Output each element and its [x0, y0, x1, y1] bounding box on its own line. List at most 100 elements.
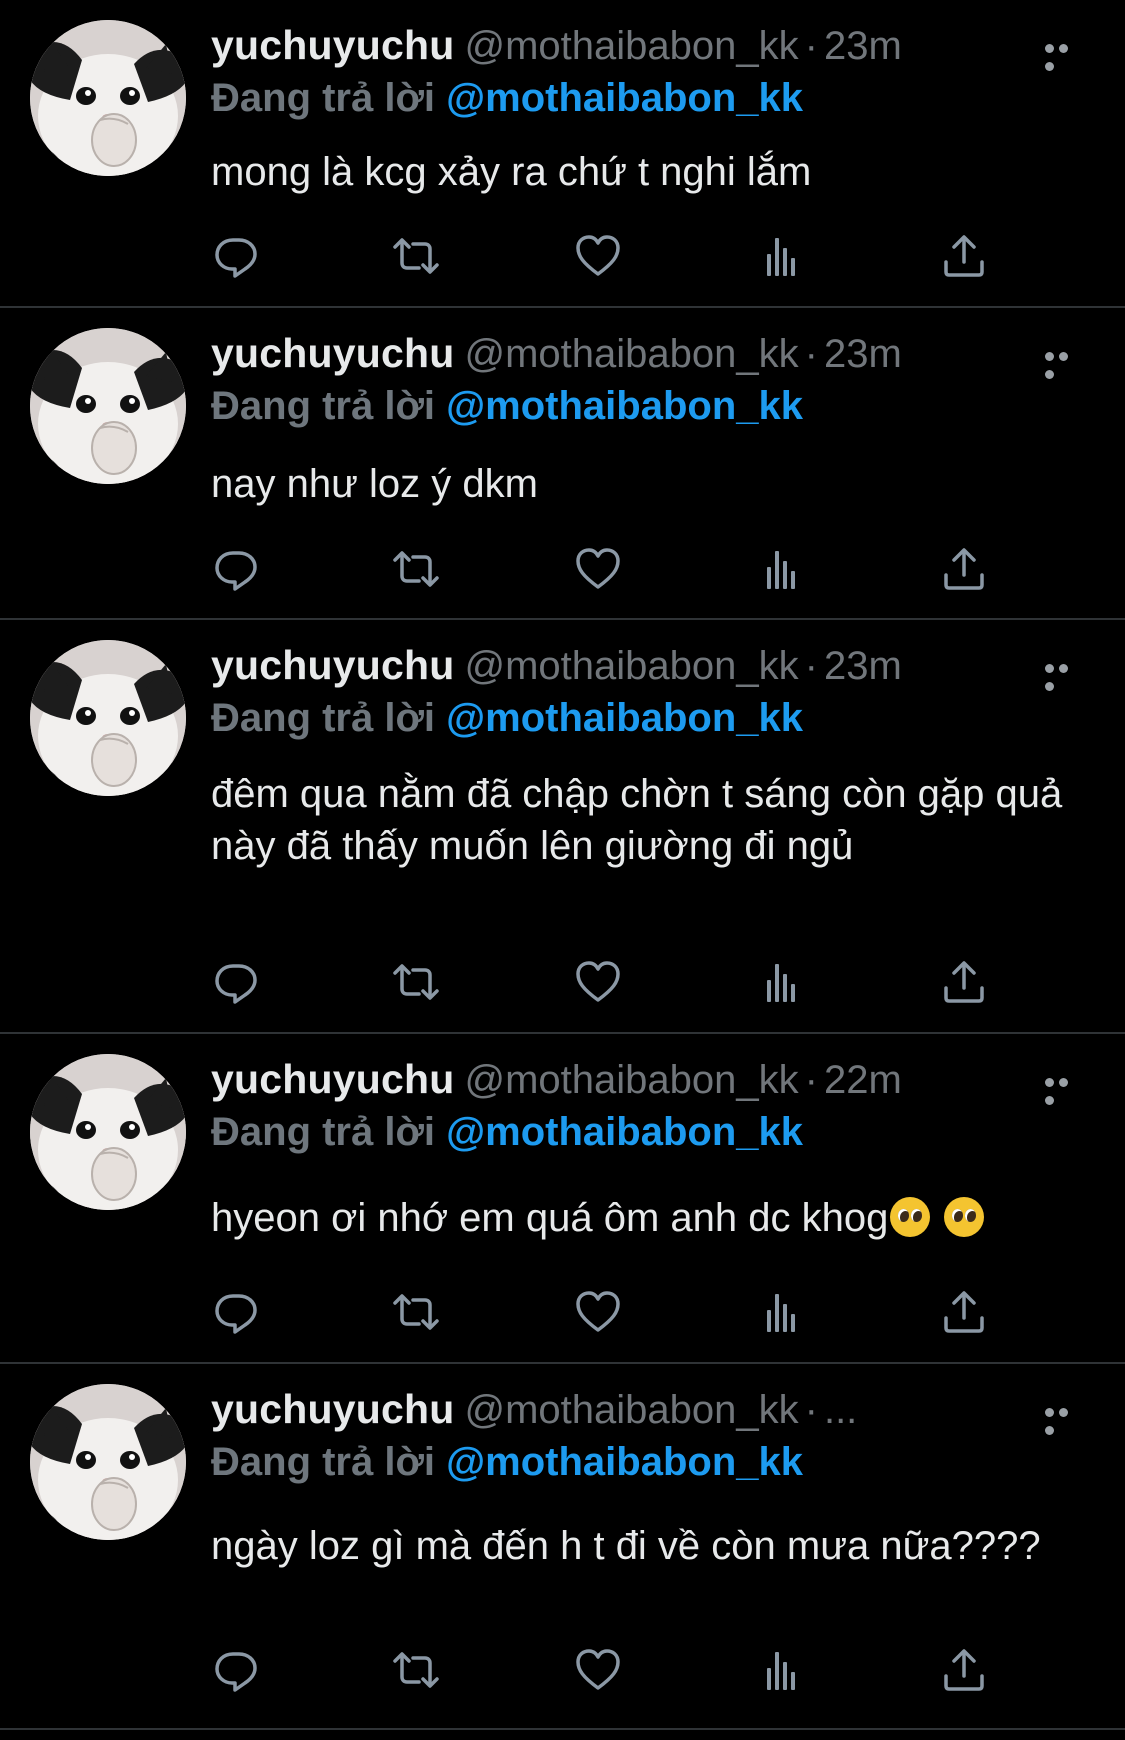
timestamp[interactable]: 23m	[824, 332, 902, 376]
avatar[interactable]	[30, 1384, 186, 1540]
analytics-button[interactable]	[757, 545, 807, 593]
tweet-actions	[211, 1288, 1001, 1336]
like-button[interactable]	[573, 545, 623, 593]
reply-button[interactable]	[211, 232, 261, 280]
replying-to: Đang trả lời @mothaibabon_kk	[211, 76, 803, 121]
tweet-actions	[211, 232, 1001, 280]
avatar[interactable]	[30, 328, 186, 484]
display-name[interactable]: yuchuyuchu	[211, 1056, 454, 1102]
share-button[interactable]	[939, 232, 989, 280]
separator: ·	[804, 24, 818, 68]
share-icon	[939, 545, 989, 593]
replying-to-handle[interactable]: @mothaibabon_kk	[446, 1110, 803, 1154]
tweet-actions	[211, 545, 1001, 593]
reply-icon	[211, 1646, 261, 1694]
tweet-text-content: mong là kcg xảy ra chứ t nghi lắm	[211, 150, 812, 194]
timestamp[interactable]: 23m	[824, 644, 902, 688]
display-name[interactable]: yuchuyuchu	[211, 22, 454, 68]
pleading-face-emoji	[944, 1197, 985, 1237]
replying-to-handle[interactable]: @mothaibabon_kk	[446, 384, 803, 428]
more-options-button[interactable]	[1045, 1074, 1085, 1105]
avatar[interactable]	[30, 640, 186, 796]
replying-to: Đang trả lời @mothaibabon_kk	[211, 1440, 803, 1485]
timestamp[interactable]: 23m	[824, 24, 902, 68]
analytics-button[interactable]	[757, 232, 807, 280]
more-options-button[interactable]	[1045, 40, 1085, 71]
separator: ·	[804, 1058, 818, 1102]
reply-button[interactable]	[211, 1646, 261, 1694]
like-icon	[573, 958, 623, 1006]
display-name[interactable]: yuchuyuchu	[211, 1386, 454, 1432]
user-handle[interactable]: @mothaibabon_kk	[464, 332, 798, 376]
user-handle[interactable]: @mothaibabon_kk	[464, 1058, 798, 1102]
tweet-text: đêm qua nằm đã chập chờn t sáng còn gặp …	[211, 768, 1075, 872]
more-options-button[interactable]	[1045, 660, 1085, 691]
replying-to: Đang trả lời @mothaibabon_kk	[211, 384, 803, 429]
tweet-text: nay như loz ý dkm	[211, 458, 1075, 510]
like-icon	[573, 232, 623, 280]
replying-to-handle[interactable]: @mothaibabon_kk	[446, 76, 803, 120]
share-button[interactable]	[939, 1646, 989, 1694]
analytics-button[interactable]	[757, 1646, 807, 1694]
replying-to-handle[interactable]: @mothaibabon_kk	[446, 1440, 803, 1484]
separator: ·	[804, 332, 818, 376]
display-name[interactable]: yuchuyuchu	[211, 642, 454, 688]
reply-icon	[211, 1288, 261, 1336]
display-name[interactable]: yuchuyuchu	[211, 330, 454, 376]
like-button[interactable]	[573, 1288, 623, 1336]
tweet-actions	[211, 958, 1001, 1006]
replying-to-handle[interactable]: @mothaibabon_kk	[446, 696, 803, 740]
replying-to-label: Đang trả lời	[211, 1440, 436, 1484]
like-button[interactable]	[573, 958, 623, 1006]
like-icon	[573, 1288, 623, 1336]
like-icon	[573, 545, 623, 593]
user-handle[interactable]: @mothaibabon_kk	[464, 644, 798, 688]
reply-icon	[211, 958, 261, 1006]
tweet-actions	[211, 1646, 1001, 1694]
replying-to: Đang trả lời @mothaibabon_kk	[211, 696, 803, 741]
analytics-button[interactable]	[757, 958, 807, 1006]
user-handle[interactable]: @mothaibabon_kk	[464, 1388, 798, 1432]
reply-button[interactable]	[211, 545, 261, 593]
tweet-feed: yuchuyuchu @mothaibabon_kk · 23m Đang trả l…	[0, 0, 1125, 1740]
tweet-text: ngày loz gì mà đến h t đi về còn mưa nữa…	[211, 1520, 1075, 1572]
retweet-button[interactable]	[391, 1288, 441, 1336]
share-button[interactable]	[939, 545, 989, 593]
avatar[interactable]	[30, 1054, 186, 1210]
share-icon	[939, 1288, 989, 1336]
timestamp[interactable]: 22m	[824, 1058, 902, 1102]
share-icon	[939, 232, 989, 280]
replying-to-label: Đang trả lời	[211, 696, 436, 740]
like-button[interactable]	[573, 1646, 623, 1694]
retweet-button[interactable]	[391, 958, 441, 1006]
user-handle[interactable]: @mothaibabon_kk	[464, 24, 798, 68]
analytics-icon	[757, 1288, 807, 1336]
retweet-icon	[391, 1646, 441, 1694]
timestamp[interactable]: ...	[824, 1388, 857, 1432]
share-button[interactable]	[939, 958, 989, 1006]
tweet-header: yuchuyuchu @mothaibabon_kk · 23m	[211, 330, 1125, 378]
like-button[interactable]	[573, 232, 623, 280]
reply-button[interactable]	[211, 958, 261, 1006]
retweet-button[interactable]	[391, 1646, 441, 1694]
retweet-button[interactable]	[391, 232, 441, 280]
analytics-icon	[757, 545, 807, 593]
analytics-icon	[757, 1646, 807, 1694]
tweet-header: yuchuyuchu @mothaibabon_kk · 23m	[211, 22, 1125, 70]
tweet-text-content: đêm qua nằm đã chập chờn t sáng còn gặp …	[211, 772, 1063, 868]
tweet-text-content: hyeon ơi nhớ em quá ôm anh dc khog	[211, 1196, 889, 1240]
retweet-icon	[391, 232, 441, 280]
more-options-button[interactable]	[1045, 348, 1085, 379]
share-button[interactable]	[939, 1288, 989, 1336]
tweet-text: hyeon ơi nhớ em quá ôm anh dc khog	[211, 1192, 1075, 1244]
tweet-header: yuchuyuchu @mothaibabon_kk ·...	[211, 1386, 1125, 1434]
avatar[interactable]	[30, 20, 186, 176]
analytics-button[interactable]	[757, 1288, 807, 1336]
reply-button[interactable]	[211, 1288, 261, 1336]
separator: ·	[804, 1388, 818, 1432]
tweet-text: mong là kcg xảy ra chứ t nghi lắm	[211, 146, 1075, 198]
reply-icon	[211, 232, 261, 280]
share-icon	[939, 1646, 989, 1694]
more-options-button[interactable]	[1045, 1404, 1085, 1435]
retweet-button[interactable]	[391, 545, 441, 593]
